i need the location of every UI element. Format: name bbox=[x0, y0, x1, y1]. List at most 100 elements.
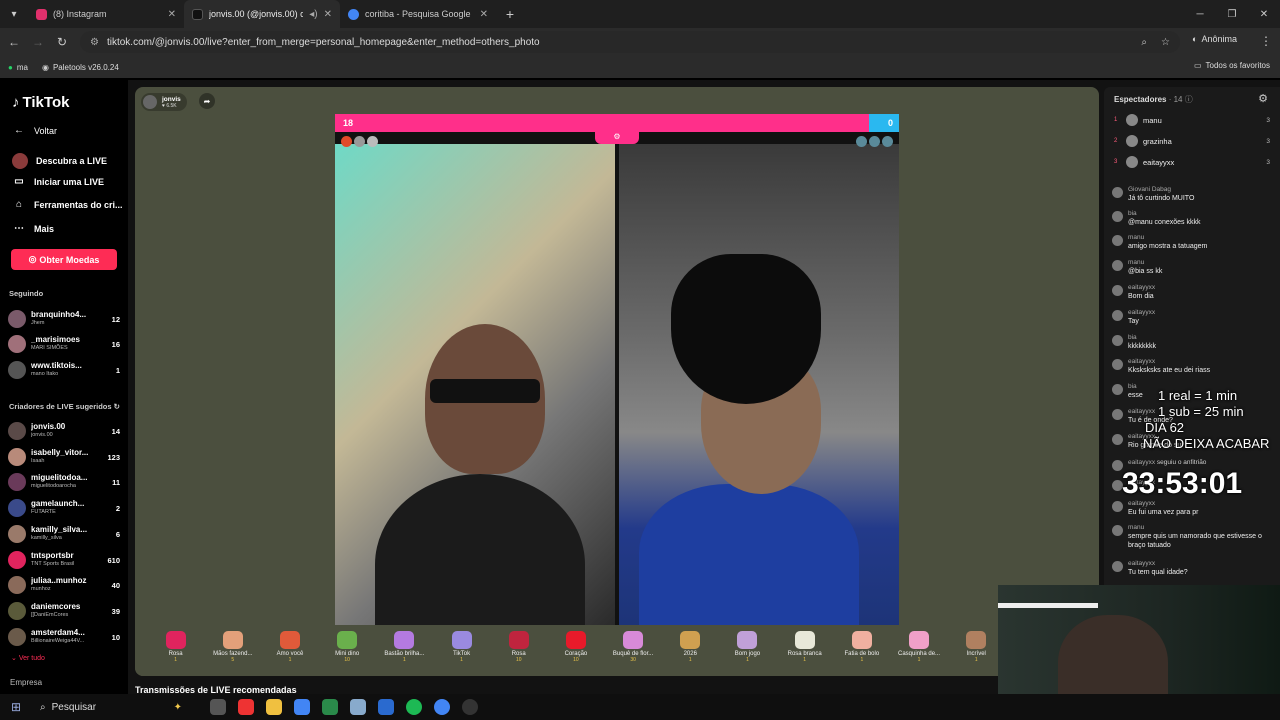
windows-start-icon[interactable]: ⊞ bbox=[0, 700, 32, 714]
gift-item[interactable]: Rosa 1 bbox=[147, 625, 204, 676]
tab-instagram[interactable]: (8) Instagram ✕ bbox=[28, 0, 184, 28]
gift-item[interactable]: Buquê de flor... 30 bbox=[605, 625, 662, 676]
all-bookmarks[interactable]: ▭ Todos os favoritos bbox=[1194, 61, 1270, 70]
close-icon[interactable]: ✕ bbox=[480, 9, 488, 20]
speaker-icon[interactable]: ◂) bbox=[309, 9, 317, 20]
get-coins-button[interactable]: ◎ Obter Moedas bbox=[11, 249, 117, 270]
minimize-icon[interactable]: ─ bbox=[1184, 0, 1216, 28]
forward-icon[interactable]: → bbox=[26, 35, 50, 49]
share-icon[interactable]: ➦ bbox=[199, 93, 215, 109]
chat-text: Tu tem qual idade? bbox=[1128, 569, 1188, 576]
bookmark-whatsapp[interactable]: ● ma bbox=[8, 63, 28, 72]
suggested-item[interactable]: tntsportsbr TNT Sports Brasil 610 bbox=[8, 549, 120, 571]
gift-item[interactable]: Mãos fazend... 5 bbox=[204, 625, 261, 676]
new-tab-button[interactable]: + bbox=[496, 6, 524, 22]
refresh-icon[interactable]: ↻ bbox=[114, 402, 120, 411]
chat-message[interactable]: eaitayyxx Eu fui uma vez para pr bbox=[1112, 500, 1272, 517]
chat-message[interactable]: manu @bia ss kk bbox=[1112, 259, 1272, 276]
bookmark-star-icon[interactable]: ☆ bbox=[1161, 37, 1170, 48]
host-badge[interactable]: jonvis ♥ 6.5K bbox=[141, 93, 187, 111]
suggested-item[interactable]: jonvis.00 jonvis.00 14 bbox=[8, 420, 120, 442]
account-name: jonvis.00 bbox=[31, 422, 66, 431]
video-right bbox=[619, 144, 899, 655]
following-item[interactable]: branquinho4... Jhem 12 bbox=[8, 308, 120, 330]
tab-search-icon[interactable]: ▾ bbox=[0, 0, 28, 28]
bucket-hat bbox=[671, 254, 821, 404]
nav-discover-live[interactable]: Descubra a LIVE bbox=[12, 153, 107, 169]
suggested-item[interactable]: daniemcores [[DaniEmCores 39 bbox=[8, 600, 120, 622]
address-bar[interactable]: ⚙ tiktok.com/@jonvis.00/live?enter_from_… bbox=[80, 31, 1180, 53]
suggested-item[interactable]: juliaa..munhoz munhoz 40 bbox=[8, 574, 120, 596]
chat-message[interactable]: bia kkkkkkkk bbox=[1112, 334, 1272, 351]
right-supporters bbox=[856, 136, 893, 147]
chat-message[interactable]: manu amigo mostra a tatuagem bbox=[1112, 234, 1272, 251]
app-green-icon[interactable] bbox=[322, 699, 338, 715]
gift-item[interactable]: TikTok 1 bbox=[433, 625, 490, 676]
suggested-item[interactable]: isabelly_vitor... Isaah 123 bbox=[8, 446, 120, 468]
tiktok-logo[interactable]: ♪ TikTok bbox=[12, 94, 69, 111]
chat-message[interactable]: bia @manu conexões kkkk bbox=[1112, 210, 1272, 227]
live-player[interactable]: jonvis ♥ 6.5K ➦ 18 0 ⚙ Rosa 1 Mãos fazen… bbox=[135, 87, 1099, 676]
following-item[interactable]: _marisimoes MARI SIMÕES 16 bbox=[8, 333, 120, 355]
rank: 1 bbox=[1114, 117, 1118, 123]
tab-tiktok[interactable]: jonvis.00 (@jonvis.00) com ◂) ✕ bbox=[184, 0, 340, 28]
restore-icon[interactable]: ❐ bbox=[1216, 0, 1248, 28]
chrome-icon[interactable] bbox=[294, 699, 310, 715]
nav-start-live[interactable]: ▭ Iniciar uma LIVE bbox=[12, 176, 104, 187]
chat-message[interactable]: eaitayyxx Bom dia bbox=[1112, 284, 1272, 301]
gift-item[interactable]: Fatia de bolo 1 bbox=[833, 625, 890, 676]
see-all-link[interactable]: ⌄ Ver tudo bbox=[11, 654, 45, 662]
chat-message[interactable]: Giovani Dabag Já tô curtindo MUITO bbox=[1112, 186, 1272, 203]
close-window-icon[interactable]: ✕ bbox=[1248, 0, 1280, 28]
gift-item[interactable]: Rosa branca 1 bbox=[776, 625, 833, 676]
gift-item[interactable]: Bastão brilha... 1 bbox=[376, 625, 433, 676]
gift-item[interactable]: Coração 10 bbox=[547, 625, 604, 676]
top-viewer[interactable]: 1 manu 3 bbox=[1114, 111, 1270, 129]
taskbar-search[interactable]: ⌕ Pesquisar ✦ bbox=[32, 697, 182, 717]
tab-google[interactable]: coritiba - Pesquisa Google ✕ bbox=[340, 0, 496, 28]
top-viewer[interactable]: 3 eaitayyxx 3 bbox=[1114, 153, 1270, 171]
incognito-badge[interactable]: ◐ Anônima bbox=[1192, 34, 1237, 44]
top-viewer[interactable]: 2 grazinha 3 bbox=[1114, 132, 1270, 150]
app-blue-icon[interactable] bbox=[350, 699, 366, 715]
settings-icon[interactable]: ⚙ bbox=[1258, 92, 1268, 105]
spotify-icon[interactable] bbox=[406, 699, 422, 715]
gift-item[interactable]: Bom jogo 1 bbox=[719, 625, 776, 676]
suggested-item[interactable]: amsterdam4... BillionaireWeiga44V... 10 bbox=[8, 626, 120, 648]
app-red-icon[interactable] bbox=[238, 699, 254, 715]
back-link[interactable]: ← Voltar bbox=[12, 125, 57, 136]
gift-item[interactable]: Rosa 10 bbox=[490, 625, 547, 676]
chat-message[interactable]: eaitayyxx Kksksksks ate eu dei riass bbox=[1112, 358, 1272, 375]
chrome-active-icon[interactable] bbox=[434, 699, 450, 715]
obs-icon[interactable] bbox=[462, 699, 478, 715]
copilot-sparkle-icon: ✦ bbox=[173, 701, 182, 713]
task-view-icon[interactable] bbox=[210, 699, 226, 715]
chat-message[interactable]: eaitayyxx Tu tem qual idade? bbox=[1112, 560, 1272, 577]
menu-icon[interactable]: ⋮ bbox=[1260, 34, 1272, 48]
gift-item[interactable]: Amo você 1 bbox=[261, 625, 318, 676]
suggested-item[interactable]: kamilly_silva... kamilly_silva 6 bbox=[8, 523, 120, 545]
back-icon[interactable]: ← bbox=[2, 35, 26, 49]
suggested-item[interactable]: miguelitodoa... miguelitodoarocha 11 bbox=[8, 471, 120, 493]
chat-message[interactable]: manu sempre quis um namorado que estivess… bbox=[1112, 524, 1272, 550]
suggested-item[interactable]: gamelaunch... FUTARTE 2 bbox=[8, 497, 120, 519]
bookmark-paletools[interactable]: ◉ Paletools v26.0.24 bbox=[42, 63, 119, 72]
gift-item[interactable]: 2026 1 bbox=[662, 625, 719, 676]
edge-icon[interactable] bbox=[378, 699, 394, 715]
file-explorer-icon[interactable] bbox=[266, 699, 282, 715]
taskbar-search-label: Pesquisar bbox=[51, 701, 97, 713]
following-item[interactable]: www.tiktois... mano Itako 1 bbox=[8, 359, 120, 381]
zoom-icon[interactable]: ⌕ bbox=[1141, 37, 1147, 48]
reload-icon[interactable]: ↻ bbox=[50, 35, 74, 49]
gift-item[interactable]: Mini dino 10 bbox=[319, 625, 376, 676]
site-info-icon[interactable]: ⚙ bbox=[90, 37, 99, 48]
nav-more[interactable]: ⋯ Mais bbox=[12, 223, 54, 234]
info-icon[interactable]: ⓘ bbox=[1185, 95, 1193, 104]
nav-creator-tools[interactable]: ⌂ Ferramentas do cri... bbox=[12, 199, 123, 210]
company-link[interactable]: Empresa bbox=[10, 678, 42, 687]
chat-message[interactable]: eaitayyxx Tay bbox=[1112, 309, 1272, 326]
gift-item[interactable]: Casquinha de... 1 bbox=[890, 625, 947, 676]
close-icon[interactable]: ✕ bbox=[168, 9, 176, 20]
close-icon[interactable]: ✕ bbox=[324, 9, 332, 20]
gift-item[interactable]: Incrível 1 bbox=[948, 625, 1005, 676]
